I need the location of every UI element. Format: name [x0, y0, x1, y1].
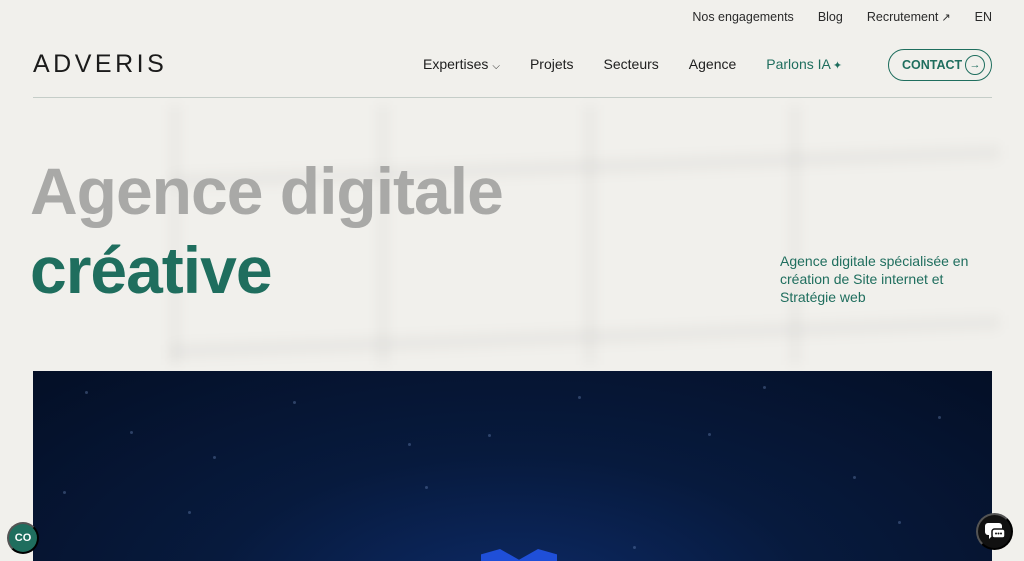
hero-description: Agence digitale spécialisée en création …: [780, 253, 969, 305]
utility-link-recrutement[interactable]: Recrutement ↗: [867, 10, 951, 24]
utility-nav: Nos engagements Blog Recrutement ↗ EN: [692, 10, 992, 24]
hero-media: [33, 371, 992, 561]
cookie-consent-icon: CO: [14, 532, 32, 544]
nav-item-label: Parlons IA: [766, 56, 831, 72]
sparkle-icon: ✦: [832, 60, 843, 72]
nav-item-parlons-ia[interactable]: Parlons IA ✦: [766, 56, 842, 72]
hero-title-line2: créative: [30, 233, 273, 307]
external-arrow-icon: ↗: [941, 12, 951, 24]
header-divider: [33, 97, 992, 98]
contact-button-label: CONTACT: [902, 58, 963, 72]
contact-button[interactable]: CONTACT →: [888, 49, 992, 81]
nav-item-label: Expertises: [423, 56, 489, 72]
nav-item-agence[interactable]: Agence: [689, 56, 736, 72]
nav-item-secteurs[interactable]: Secteurs: [604, 56, 659, 72]
hero-media-shape: [481, 549, 557, 561]
chat-button[interactable]: [976, 513, 1013, 550]
arrow-right-icon: →: [965, 55, 985, 75]
cookie-consent-button[interactable]: CO: [7, 522, 39, 554]
utility-link-blog[interactable]: Blog: [818, 10, 843, 24]
utility-link-engagements[interactable]: Nos engagements: [692, 10, 793, 24]
language-switch-en[interactable]: EN: [975, 10, 992, 24]
utility-link-label: Recrutement: [866, 10, 939, 24]
main-nav: Expertises ⌵ Projets Secteurs Agence Parl…: [423, 56, 842, 72]
site-logo[interactable]: ADVERIS: [33, 50, 167, 79]
chevron-down-icon: ⌵: [492, 61, 500, 72]
chat-bubble-icon: [984, 522, 1006, 539]
hero-title-line1: Agence digitale: [30, 154, 504, 228]
nav-item-projets[interactable]: Projets: [530, 56, 574, 72]
nav-item-expertises[interactable]: Expertises ⌵: [423, 56, 500, 72]
